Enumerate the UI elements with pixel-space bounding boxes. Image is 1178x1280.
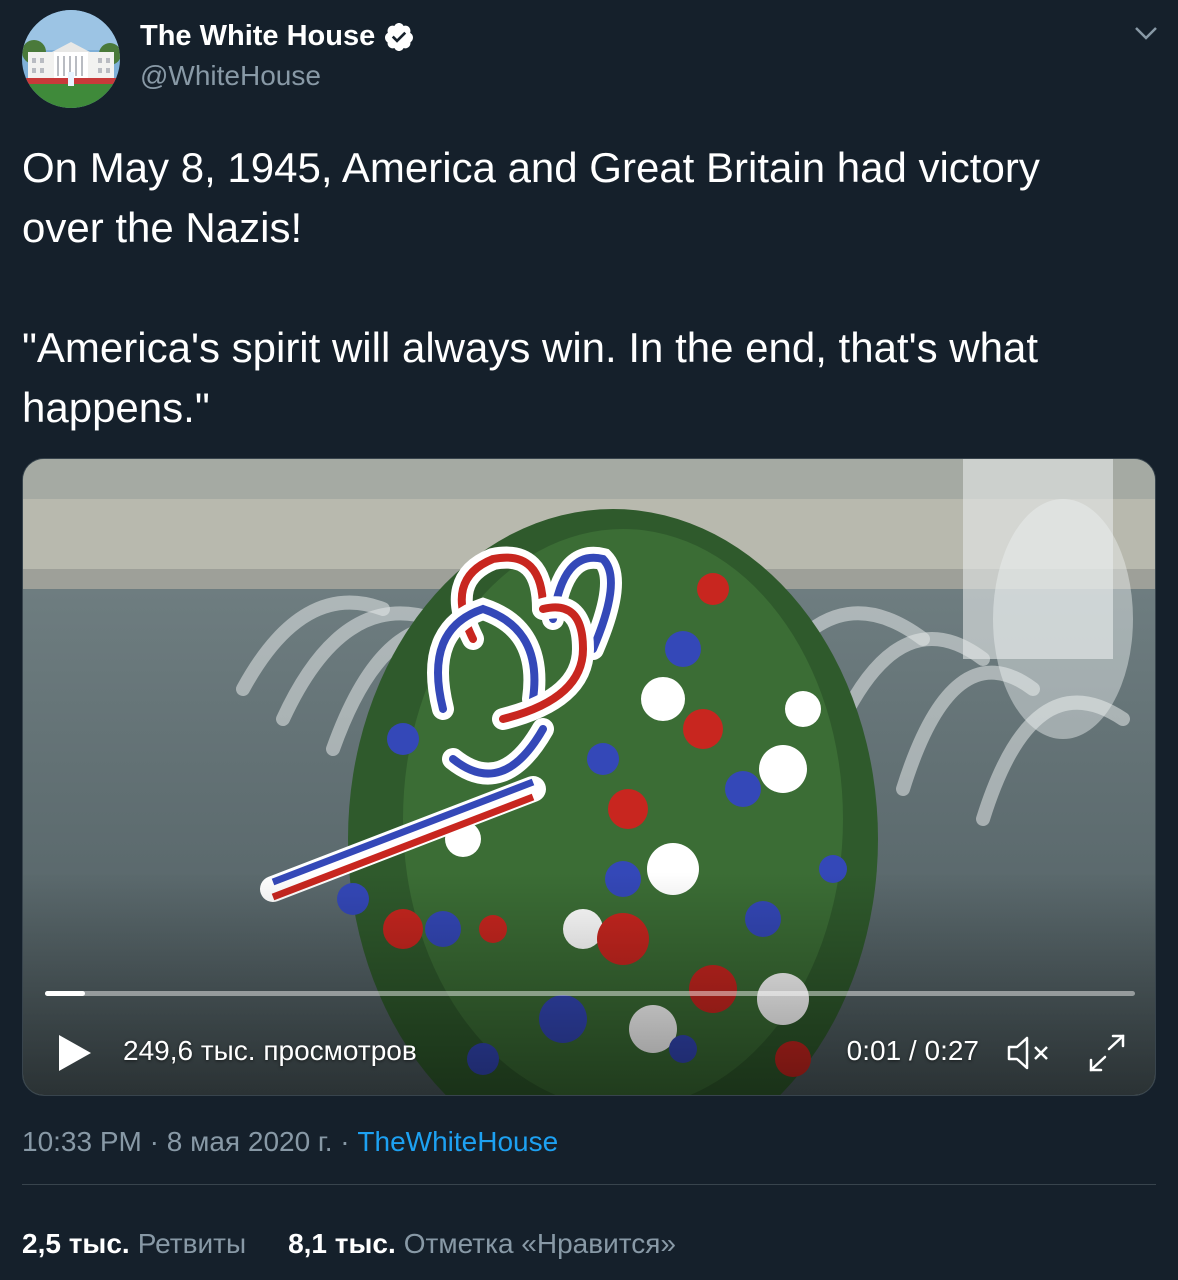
tweet-text: On May 8, 1945, America and Great Britai… xyxy=(22,138,1132,438)
tweet-source-link[interactable]: TheWhiteHouse xyxy=(357,1126,558,1157)
author-name-row[interactable]: The White House xyxy=(140,20,415,53)
divider xyxy=(22,1184,1156,1185)
author-avatar[interactable] xyxy=(22,10,120,108)
tweet-date[interactable]: 8 мая 2020 г. xyxy=(167,1126,333,1157)
likes-label: Отметка «Нравится» xyxy=(403,1228,676,1259)
video-time: 0:01 / 0:27 xyxy=(846,1035,979,1066)
white-house-avatar xyxy=(22,10,120,108)
likes-count: 8,1 тыс. xyxy=(288,1228,396,1259)
tweet-meta: 10:33 PM · 8 мая 2020 г. · TheWhiteHouse xyxy=(22,1126,558,1158)
retweets-label: Ретвиты xyxy=(137,1228,247,1259)
verified-badge-icon xyxy=(385,22,414,51)
video-progress-bar[interactable] xyxy=(45,991,1135,996)
mute-icon[interactable] xyxy=(1005,1033,1055,1073)
retweets-count: 2,5 тыс. xyxy=(22,1228,130,1259)
video-progress-fill xyxy=(45,991,86,996)
video-thumbnail xyxy=(23,459,1155,1095)
play-icon[interactable] xyxy=(57,1033,93,1073)
tweet-stats: 2,5 тыс. Ретвиты 8,1 тыс. Отметка «Нравитс… xyxy=(22,1228,718,1260)
retweets-stat[interactable]: 2,5 тыс. Ретвиты xyxy=(22,1228,246,1260)
meta-separator: · xyxy=(149,1126,159,1157)
view-count: 249,6 тыс. просмотров xyxy=(123,1035,417,1066)
likes-stat[interactable]: 8,1 тыс. Отметка «Нравится» xyxy=(288,1228,676,1260)
fullscreen-icon[interactable] xyxy=(1085,1033,1129,1073)
tweet-time[interactable]: 10:33 PM xyxy=(22,1126,142,1157)
chevron-down-icon[interactable] xyxy=(1132,22,1160,44)
author-handle[interactable]: @WhiteHouse xyxy=(140,60,321,92)
video-player[interactable]: 249,6 тыс. просмотров 0:01 / 0:27 xyxy=(22,458,1156,1096)
author-name[interactable]: The White House xyxy=(140,20,375,53)
tweet-paragraph: On May 8, 1945, America and Great Britai… xyxy=(22,144,1040,251)
meta-separator: · xyxy=(340,1126,350,1157)
tweet-paragraph: "America's spirit will always win. In th… xyxy=(22,324,1038,431)
